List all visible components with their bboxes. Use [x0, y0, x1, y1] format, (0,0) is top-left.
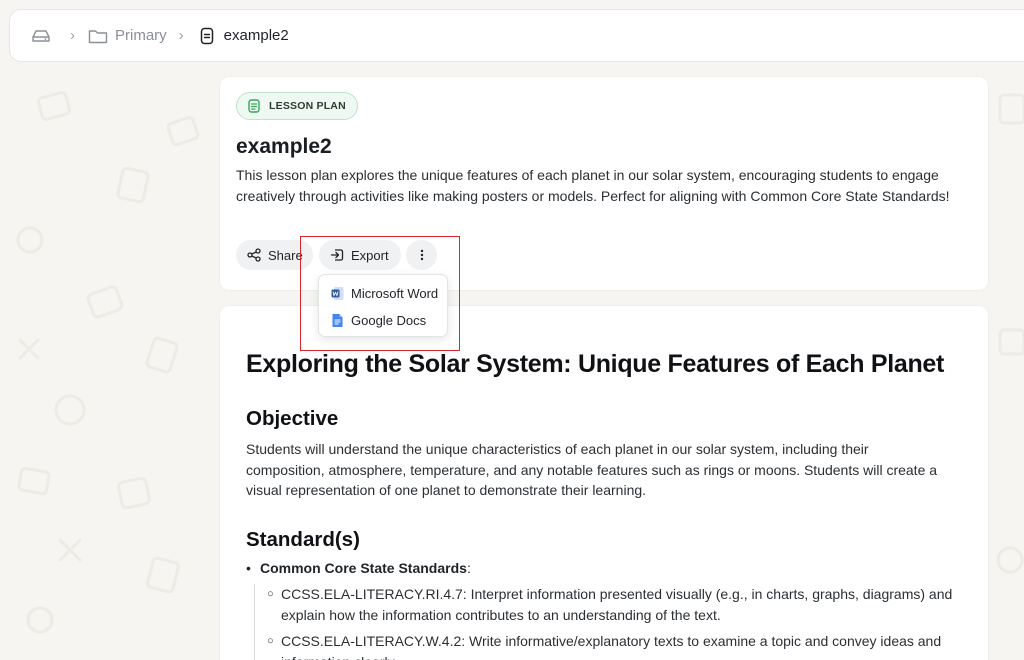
drive-icon — [30, 25, 52, 47]
standards-group-colon: : — [466, 560, 471, 576]
list-item: • Common Core State Standards: — [246, 560, 966, 576]
breadcrumb-current: example2 — [196, 25, 289, 47]
folder-icon — [87, 25, 109, 47]
export-word-option[interactable]: Microsoft Word — [319, 280, 447, 307]
export-google-docs-label: Google Docs — [351, 313, 427, 328]
breadcrumb-current-label: example2 — [223, 27, 289, 44]
circle-bullet-icon: ○ — [267, 635, 274, 648]
lesson-header-card: LESSON PLAN example2 This lesson plan ex… — [219, 76, 989, 291]
more-options-button[interactable] — [406, 240, 437, 270]
lesson-plan-badge: LESSON PLAN — [236, 92, 358, 120]
export-label: Export — [351, 247, 389, 263]
breadcrumb-folder[interactable]: Primary — [87, 25, 167, 47]
breadcrumb-separator: › — [178, 27, 184, 44]
objective-text: Students will understand the unique char… — [246, 441, 938, 499]
google-docs-icon — [331, 313, 344, 328]
share-icon — [247, 248, 261, 262]
share-button[interactable]: Share — [236, 240, 313, 270]
breadcrumb-home[interactable] — [30, 25, 58, 47]
export-dropdown-menu: Microsoft Word Google Docs — [318, 274, 448, 337]
lesson-title: Exploring the Solar System: Unique Featu… — [246, 350, 945, 378]
lesson-plan-icon — [247, 99, 261, 113]
breadcrumb-folder-label: Primary — [115, 27, 167, 44]
standards-sublist: ○ CCSS.ELA-LITERACY.RI.4.7: Interpret in… — [254, 584, 966, 660]
circle-bullet-icon: ○ — [267, 588, 274, 600]
document-description: This lesson plan explores the unique fea… — [236, 167, 950, 204]
badge-label: LESSON PLAN — [269, 100, 346, 112]
document-icon — [196, 25, 218, 47]
standard-text: CCSS.ELA-LITERACY.W.4.2: Write informati… — [281, 633, 942, 660]
breadcrumb-separator: › — [70, 27, 75, 44]
standard-text: CCSS.ELA-LITERACY.RI.4.7: Interpret info… — [281, 586, 953, 623]
standards-group-label: Common Core State Standards — [260, 560, 467, 576]
bullet-icon: • — [246, 560, 251, 576]
list-item: ○ CCSS.ELA-LITERACY.W.4.2: Write informa… — [267, 631, 966, 660]
standards-list: • Common Core State Standards: ○ CCSS.EL… — [246, 560, 966, 660]
list-item: ○ CCSS.ELA-LITERACY.RI.4.7: Interpret in… — [267, 584, 966, 625]
lesson-content-card: Exploring the Solar System: Unique Featu… — [219, 305, 989, 660]
more-vertical-icon — [415, 248, 429, 262]
word-icon — [331, 286, 344, 301]
export-word-label: Microsoft Word — [351, 286, 439, 301]
objective-heading: Objective — [246, 407, 339, 430]
export-button[interactable]: Export — [319, 240, 401, 270]
share-label: Share — [268, 247, 303, 263]
breadcrumb-bar: › Primary › example2 — [9, 9, 1024, 62]
export-google-docs-option[interactable]: Google Docs — [319, 307, 447, 334]
export-icon — [330, 248, 344, 262]
document-title: example2 — [236, 135, 332, 158]
standards-heading: Standard(s) — [246, 528, 360, 551]
